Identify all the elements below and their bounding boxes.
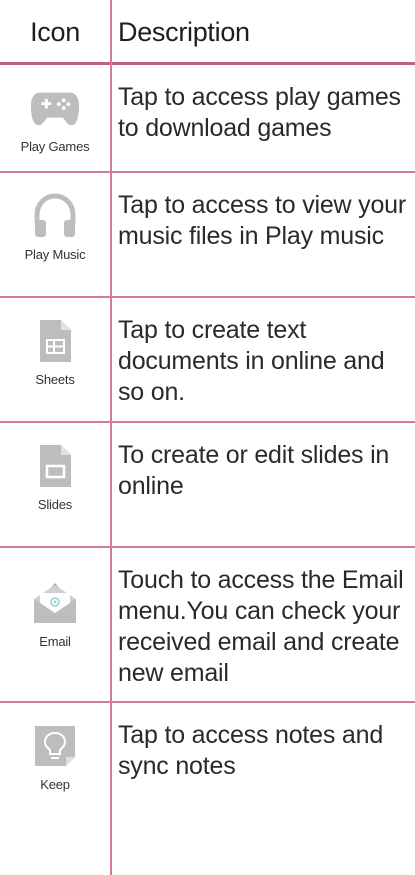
app-label: Keep <box>40 777 70 792</box>
icon-cell: Email <box>0 548 110 701</box>
description-text: Tap to access to view your music files i… <box>118 191 406 250</box>
description-text: Tap to access notes and sync notes <box>118 721 384 780</box>
slides-document-icon <box>30 441 80 491</box>
header-description-label: Description <box>118 17 250 47</box>
table-row: Play Music Tap to access to view your mu… <box>0 173 415 298</box>
icon-cell: Play Games <box>0 65 110 171</box>
column-divider <box>110 0 112 875</box>
email-envelope-icon <box>30 578 80 628</box>
description-cell: Touch to access the Email menu.You can c… <box>110 548 415 701</box>
table-row: Slides To create or edit slides in onlin… <box>0 423 415 548</box>
header-description-cell: Description <box>110 0 415 62</box>
header-icon-label: Icon <box>30 17 80 47</box>
icon-cell: Keep <box>0 703 110 828</box>
description-cell: Tap to access play games to download gam… <box>110 65 415 171</box>
description-cell: Tap to access to view your music files i… <box>110 173 415 296</box>
headphones-icon <box>30 191 80 241</box>
description-text: Touch to access the Email menu.You can c… <box>118 566 404 687</box>
app-label: Play Games <box>20 139 90 154</box>
table-row: Keep Tap to access notes and sync notes <box>0 703 415 828</box>
table-header-row: Icon Description <box>0 0 415 65</box>
app-label: Play Music <box>24 247 86 262</box>
description-cell: Tap to create text documents in online a… <box>110 298 415 421</box>
icon-cell: Play Music <box>0 173 110 296</box>
table-row: Play Games Tap to access play games to d… <box>0 65 415 173</box>
description-text: Tap to create text documents in online a… <box>118 316 385 406</box>
icon-description-table: Icon Description Play Games Tap to acces… <box>0 0 415 828</box>
description-cell: Tap to access notes and sync notes <box>110 703 415 828</box>
app-label: Slides <box>37 497 73 512</box>
description-text: Tap to access play games to download gam… <box>118 83 401 142</box>
game-controller-icon <box>30 83 80 133</box>
icon-cell: Slides <box>0 423 110 546</box>
app-label: Email <box>39 634 71 649</box>
lightbulb-note-icon <box>30 721 80 771</box>
icon-cell: Sheets <box>0 298 110 421</box>
table-row: Sheets Tap to create text documents in o… <box>0 298 415 423</box>
sheets-document-icon <box>30 316 80 366</box>
table-row: Email Touch to access the Email menu.You… <box>0 548 415 703</box>
app-label: Sheets <box>35 372 75 387</box>
description-cell: To create or edit slides in online <box>110 423 415 546</box>
header-icon-cell: Icon <box>0 0 110 62</box>
description-text: To create or edit slides in online <box>118 441 390 500</box>
